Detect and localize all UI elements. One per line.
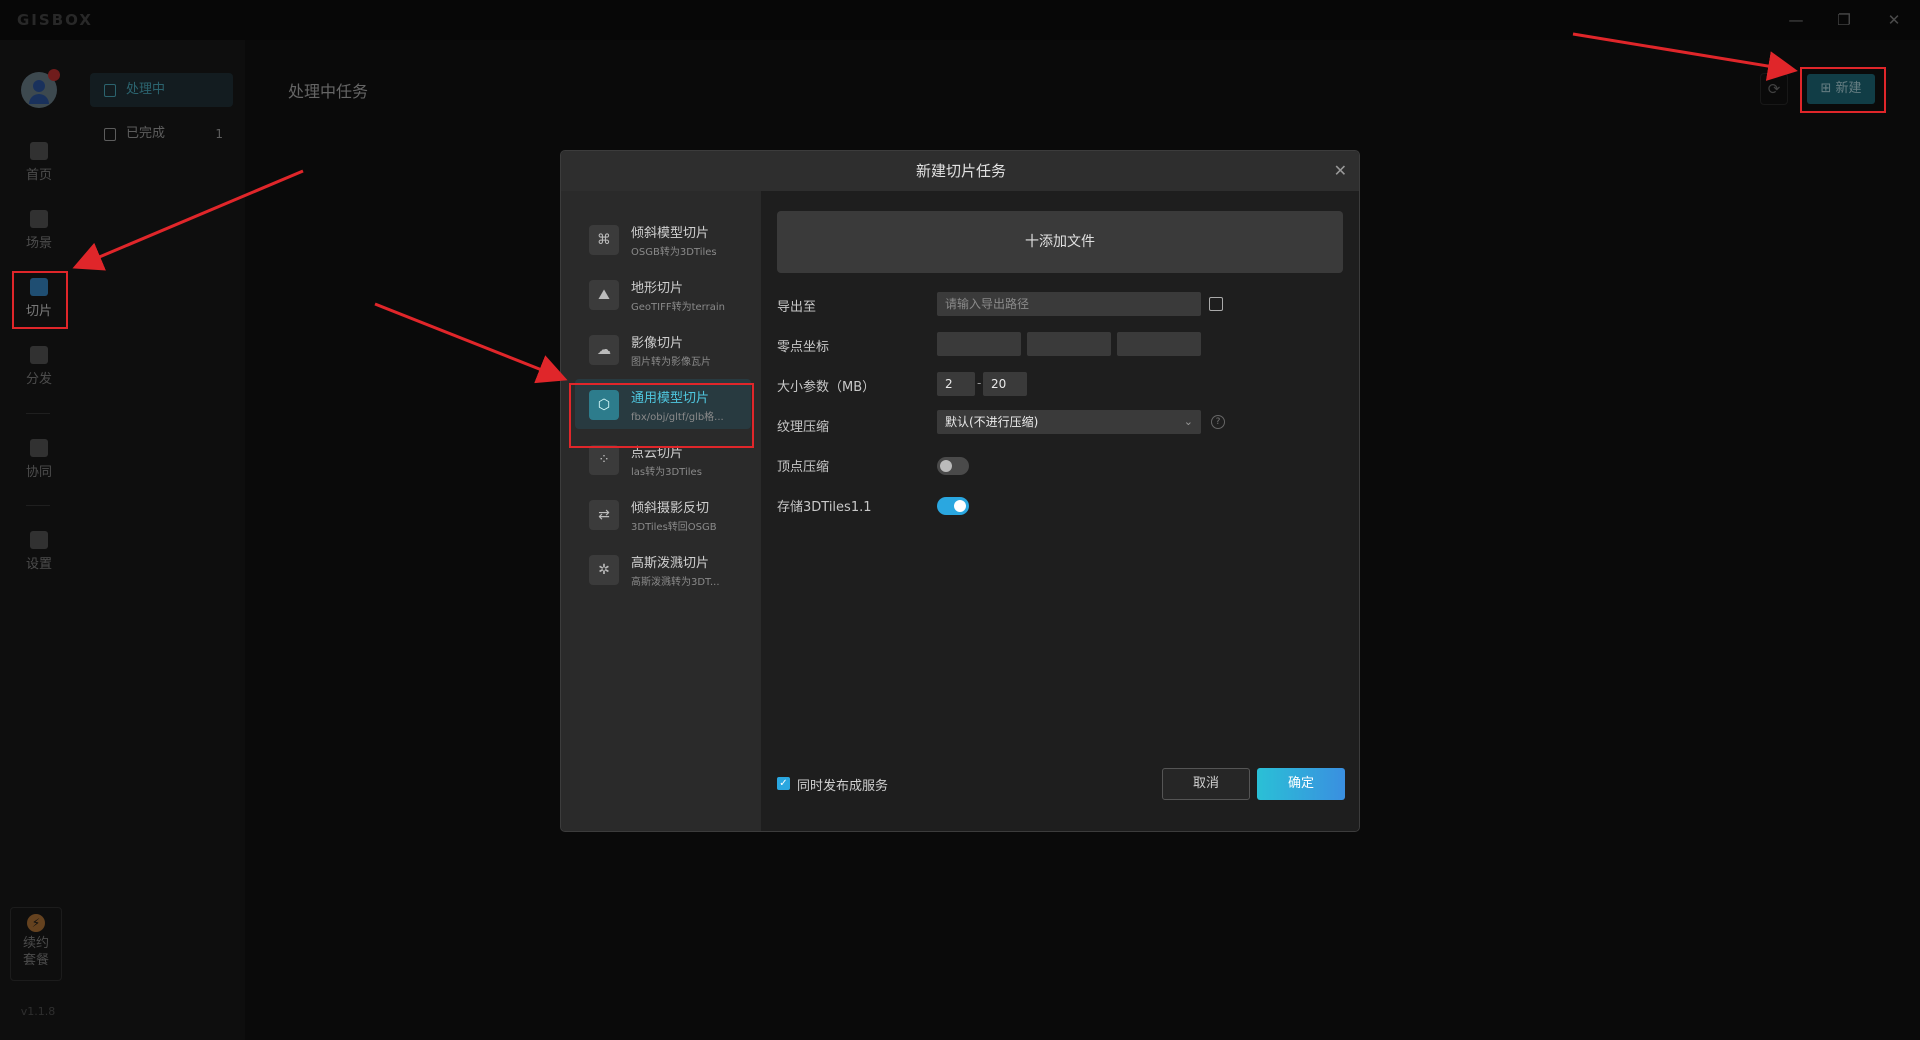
arrow-to-slice-nav: [72, 169, 304, 271]
arrow-to-generic-model: [374, 302, 568, 384]
annotation-arrows: [72, 32, 1798, 384]
arrow-to-new-button: [1572, 32, 1798, 81]
